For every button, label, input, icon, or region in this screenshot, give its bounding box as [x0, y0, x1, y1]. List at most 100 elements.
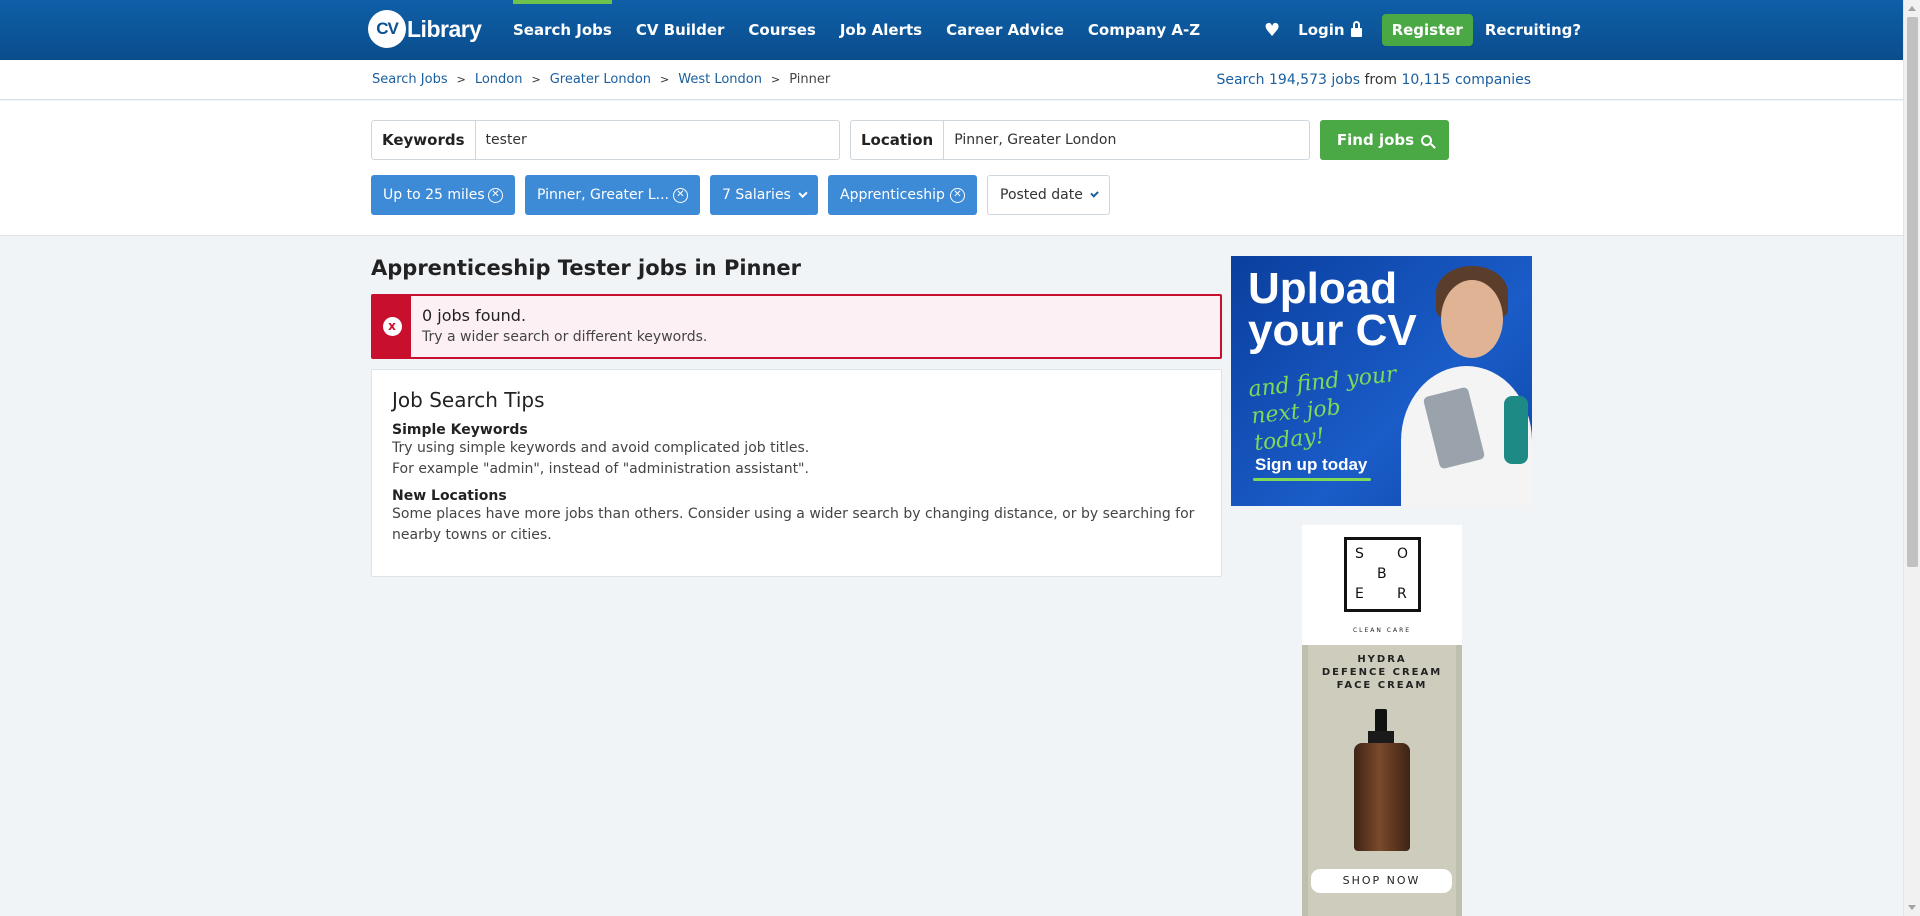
filter-posted-date-dropdown[interactable]: Posted date — [987, 175, 1110, 215]
stats-companies-count: 10,115 — [1401, 72, 1451, 88]
no-results-alert: x 0 jobs found. Try a wider search or di… — [371, 294, 1222, 359]
cream-bottle-icon — [1354, 743, 1410, 851]
tip-text: Some places have more jobs than others. … — [392, 506, 1195, 543]
header-actions: ♥ Login Register Recruiting? — [1264, 0, 1581, 60]
stats-jobs-label: jobs — [1331, 72, 1360, 88]
filter-salaries-dropdown[interactable]: 7 Salaries — [710, 175, 818, 215]
upload-cv-ad[interactable]: Upload your CV and find your next job to… — [1231, 256, 1532, 506]
scrollbar-thumb[interactable] — [1907, 17, 1918, 567]
chevron-down-icon — [1090, 188, 1099, 198]
ad-product-area: HYDRA DEFENCE CREAM FACE CREAM SHOP NOW — [1302, 645, 1462, 916]
top-header: CV Library Search Jobs CV Builder Course… — [0, 0, 1920, 60]
ad-person-face — [1441, 280, 1503, 358]
logo-cv-mark: CV — [368, 10, 406, 48]
breadcrumb-separator: > — [660, 73, 670, 86]
breadcrumb-search-jobs[interactable]: Search Jobs — [372, 72, 448, 87]
ad-headline-line: your CV — [1248, 306, 1417, 355]
main-nav: Search Jobs CV Builder Courses Job Alert… — [501, 0, 1212, 60]
keywords-field: Keywords — [371, 120, 840, 160]
heart-icon[interactable]: ♥ — [1264, 20, 1280, 41]
nav-career-advice[interactable]: Career Advice — [934, 0, 1076, 60]
find-jobs-button[interactable]: Find jobs — [1320, 120, 1449, 160]
ad-cta[interactable]: Sign up today — [1255, 455, 1367, 475]
breadcrumb-separator: > — [771, 73, 781, 86]
filter-location-chip[interactable]: Pinner, Greater L... ✕ — [525, 175, 700, 215]
logo-letter: E — [1355, 586, 1364, 602]
filter-job-type-label: Apprenticeship — [840, 187, 945, 203]
breadcrumb-current: Pinner — [789, 72, 831, 87]
scroll-up-arrow-icon[interactable] — [1908, 6, 1916, 11]
breadcrumb-west-london[interactable]: West London — [678, 72, 762, 87]
nav-company-a-z[interactable]: Company A-Z — [1076, 0, 1212, 60]
breadcrumb-separator: > — [456, 73, 466, 86]
stats-companies-label: companies — [1454, 72, 1531, 88]
location-input[interactable] — [944, 121, 1309, 159]
page-title: Apprenticeship Tester jobs in Pinner — [371, 256, 802, 280]
stats-from-label: from — [1364, 72, 1398, 88]
ad-product-line: FACE CREAM — [1336, 680, 1428, 691]
filter-salaries-label: 7 Salaries — [722, 187, 791, 203]
breadcrumb-london[interactable]: London — [475, 72, 523, 87]
logo-wordmark: Library — [407, 15, 482, 42]
water-bottle-icon — [1504, 396, 1528, 464]
sober-skincare-ad[interactable]: S O B E R CLEAN CARE HYDRA DEFENCE CREAM… — [1302, 525, 1462, 916]
login-label: Login — [1298, 21, 1345, 39]
tip-heading: Simple Keywords — [392, 422, 528, 438]
keywords-label: Keywords — [372, 121, 476, 159]
logo-letter: O — [1397, 546, 1409, 562]
tip-text: Try using simple keywords and avoid comp… — [392, 440, 810, 456]
nav-cv-builder[interactable]: CV Builder — [624, 0, 737, 60]
error-icon: x — [382, 317, 402, 336]
logo-letter: B — [1377, 566, 1387, 582]
ad-subline: and find your next job today! — [1247, 362, 1398, 457]
find-jobs-label: Find jobs — [1336, 131, 1415, 149]
location-field: Location — [850, 120, 1310, 160]
logo-letter: S — [1355, 546, 1364, 562]
filter-distance-label: Up to 25 miles — [383, 187, 485, 203]
breadcrumb-greater-london[interactable]: Greater London — [550, 72, 651, 87]
ad-brand-area: S O B E R CLEAN CARE — [1302, 525, 1462, 645]
breadcrumb: Search Jobs > London > Greater London > … — [372, 72, 830, 87]
tip-heading: New Locations — [392, 488, 507, 504]
recruiting-link[interactable]: Recruiting? — [1485, 21, 1581, 39]
remove-filter-icon[interactable]: ✕ — [673, 187, 688, 203]
ad-brand-tag: CLEAN CARE — [1352, 627, 1412, 634]
breadcrumb-bar: Search Jobs > London > Greater London > … — [0, 60, 1920, 100]
filter-location-label: Pinner, Greater L... — [537, 187, 669, 203]
nav-search-jobs[interactable]: Search Jobs — [501, 0, 624, 60]
ad-headline: Upload your CV — [1248, 264, 1417, 355]
ad-product-line: DEFENCE CREAM — [1321, 667, 1443, 678]
lock-icon — [1350, 20, 1362, 37]
ad-headline-line: Upload — [1248, 264, 1398, 313]
shop-now-button[interactable]: SHOP NOW — [1311, 869, 1452, 893]
sober-logo: S O B E R — [1344, 537, 1421, 612]
ad-cta-underline — [1253, 478, 1371, 481]
nav-job-alerts[interactable]: Job Alerts — [828, 0, 934, 60]
tip-text: For example "admin", instead of "adminis… — [392, 461, 809, 477]
logo-letter: R — [1397, 586, 1407, 602]
nav-courses[interactable]: Courses — [736, 0, 827, 60]
remove-filter-icon[interactable]: ✕ — [950, 187, 965, 203]
ad-product-name: HYDRA DEFENCE CREAM FACE CREAM — [1302, 653, 1462, 692]
search-panel: Keywords Location Find jobs Up to 25 mil… — [0, 101, 1920, 236]
stats-search-label: Search — [1216, 72, 1265, 88]
filter-job-type-chip[interactable]: Apprenticeship ✕ — [828, 175, 977, 215]
scroll-down-arrow-icon[interactable] — [1908, 905, 1916, 910]
page-scrollbar[interactable] — [1903, 0, 1920, 916]
cv-library-logo[interactable]: CV Library — [368, 9, 482, 49]
job-search-tips: Job Search Tips Simple Keywords Try usin… — [371, 369, 1222, 577]
ad-product-line: HYDRA — [1357, 654, 1407, 665]
search-stats: Search 194,573 jobs from 10,115 companie… — [1216, 72, 1531, 88]
chevron-down-icon — [798, 188, 808, 198]
filter-distance-chip[interactable]: Up to 25 miles ✕ — [371, 175, 515, 215]
keywords-input[interactable] — [475, 121, 839, 159]
filter-posted-date-label: Posted date — [1000, 187, 1083, 203]
alert-icon-strip: x — [373, 296, 411, 357]
tips-title: Job Search Tips — [392, 388, 545, 412]
search-icon — [1421, 134, 1433, 146]
remove-filter-icon[interactable]: ✕ — [488, 187, 503, 203]
register-button[interactable]: Register — [1381, 14, 1473, 46]
login-link[interactable]: Login — [1298, 20, 1362, 39]
alert-message: Try a wider search or different keywords… — [422, 329, 708, 345]
breadcrumb-separator: > — [531, 73, 541, 86]
